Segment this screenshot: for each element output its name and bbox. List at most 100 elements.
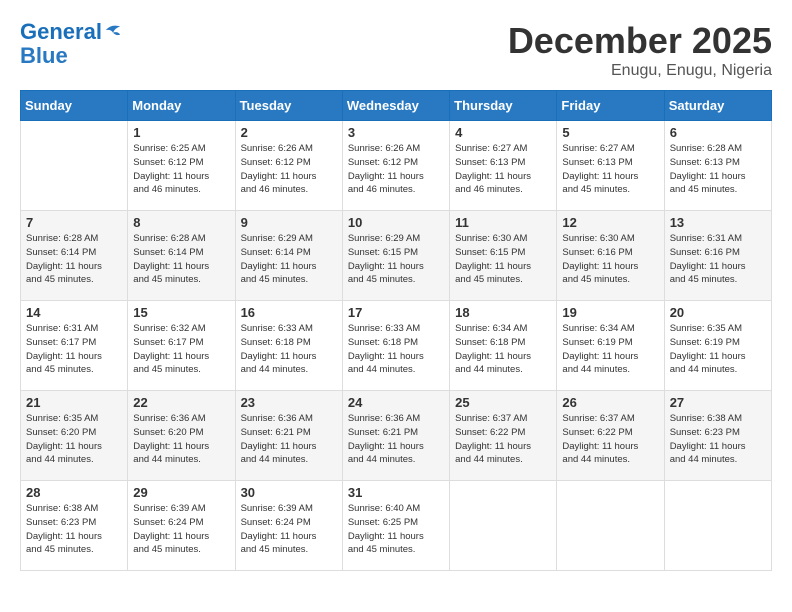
day-cell: 19 Sunrise: 6:34 AM Sunset: 6:19 PM Dayli… [557,301,664,391]
day-info: Sunrise: 6:34 AM Sunset: 6:18 PM Dayligh… [455,322,551,377]
day-info: Sunrise: 6:27 AM Sunset: 6:13 PM Dayligh… [562,142,658,197]
day-number: 17 [348,305,444,320]
col-header-tuesday: Tuesday [235,91,342,121]
day-info: Sunrise: 6:30 AM Sunset: 6:15 PM Dayligh… [455,232,551,287]
day-info: Sunrise: 6:36 AM Sunset: 6:20 PM Dayligh… [133,412,229,467]
day-number: 30 [241,485,337,500]
day-info: Sunrise: 6:37 AM Sunset: 6:22 PM Dayligh… [562,412,658,467]
day-info: Sunrise: 6:38 AM Sunset: 6:23 PM Dayligh… [26,502,122,557]
day-number: 24 [348,395,444,410]
day-info: Sunrise: 6:36 AM Sunset: 6:21 PM Dayligh… [241,412,337,467]
day-cell: 20 Sunrise: 6:35 AM Sunset: 6:19 PM Dayli… [664,301,771,391]
day-number: 10 [348,215,444,230]
day-cell: 22 Sunrise: 6:36 AM Sunset: 6:20 PM Dayli… [128,391,235,481]
day-cell: 25Sunrise: 6:37 AM Sunset: 6:22 PM Dayli… [450,391,557,481]
week-row-1: 1 Sunrise: 6:25 AM Sunset: 6:12 PM Daylig… [21,121,772,211]
week-row-2: 7Sunrise: 6:28 AM Sunset: 6:14 PM Daylig… [21,211,772,301]
col-header-monday: Monday [128,91,235,121]
day-info: Sunrise: 6:39 AM Sunset: 6:24 PM Dayligh… [241,502,337,557]
column-headers: SundayMondayTuesdayWednesdayThursdayFrid… [21,91,772,121]
day-number: 28 [26,485,122,500]
day-info: Sunrise: 6:33 AM Sunset: 6:18 PM Dayligh… [348,322,444,377]
day-cell: 2Sunrise: 6:26 AM Sunset: 6:12 PM Daylig… [235,121,342,211]
day-number: 20 [670,305,766,320]
day-cell: 27Sunrise: 6:38 AM Sunset: 6:23 PM Dayli… [664,391,771,481]
day-cell: 10 Sunrise: 6:29 AM Sunset: 6:15 PM Dayli… [342,211,449,301]
day-number: 3 [348,125,444,140]
day-info: Sunrise: 6:25 AM Sunset: 6:12 PM Dayligh… [133,142,229,197]
day-info: Sunrise: 6:30 AM Sunset: 6:16 PM Dayligh… [562,232,658,287]
day-number: 1 [133,125,229,140]
day-info: Sunrise: 6:28 AM Sunset: 6:13 PM Dayligh… [670,142,766,197]
day-number: 12 [562,215,658,230]
day-number: 22 [133,395,229,410]
day-number: 31 [348,485,444,500]
day-info: Sunrise: 6:34 AM Sunset: 6:19 PM Dayligh… [562,322,658,377]
day-cell: 30 Sunrise: 6:39 AM Sunset: 6:24 PM Dayli… [235,481,342,571]
day-cell: 14 Sunrise: 6:31 AM Sunset: 6:17 PM Dayli… [21,301,128,391]
day-info: Sunrise: 6:29 AM Sunset: 6:14 PM Dayligh… [241,232,337,287]
logo-bird-icon [104,21,122,39]
location: Enugu, Enugu, Nigeria [508,62,772,80]
day-cell: 12 Sunrise: 6:30 AM Sunset: 6:16 PM Dayli… [557,211,664,301]
month-title: December 2025 [508,20,772,62]
day-cell: 18Sunrise: 6:34 AM Sunset: 6:18 PM Dayli… [450,301,557,391]
day-number: 21 [26,395,122,410]
day-number: 23 [241,395,337,410]
calendar-table: SundayMondayTuesdayWednesdayThursdayFrid… [20,90,772,571]
day-info: Sunrise: 6:31 AM Sunset: 6:17 PM Dayligh… [26,322,122,377]
day-number: 8 [133,215,229,230]
day-cell: 9 Sunrise: 6:29 AM Sunset: 6:14 PM Daylig… [235,211,342,301]
day-number: 13 [670,215,766,230]
day-cell: 15Sunrise: 6:32 AM Sunset: 6:17 PM Dayli… [128,301,235,391]
col-header-saturday: Saturday [664,91,771,121]
day-number: 16 [241,305,337,320]
page-header: General Blue December 2025 Enugu, Enugu,… [20,20,772,80]
week-row-3: 14 Sunrise: 6:31 AM Sunset: 6:17 PM Dayli… [21,301,772,391]
day-number: 9 [241,215,337,230]
day-cell: 29Sunrise: 6:39 AM Sunset: 6:24 PM Dayli… [128,481,235,571]
day-cell: 17 Sunrise: 6:33 AM Sunset: 6:18 PM Dayli… [342,301,449,391]
day-cell: 21Sunrise: 6:35 AM Sunset: 6:20 PM Dayli… [21,391,128,481]
day-info: Sunrise: 6:26 AM Sunset: 6:12 PM Dayligh… [348,142,444,197]
day-info: Sunrise: 6:31 AM Sunset: 6:16 PM Dayligh… [670,232,766,287]
col-header-thursday: Thursday [450,91,557,121]
week-row-4: 21Sunrise: 6:35 AM Sunset: 6:20 PM Dayli… [21,391,772,481]
day-cell [557,481,664,571]
day-number: 29 [133,485,229,500]
day-cell [21,121,128,211]
day-info: Sunrise: 6:35 AM Sunset: 6:19 PM Dayligh… [670,322,766,377]
day-number: 27 [670,395,766,410]
day-number: 14 [26,305,122,320]
day-number: 6 [670,125,766,140]
day-cell: 3 Sunrise: 6:26 AM Sunset: 6:12 PM Daylig… [342,121,449,211]
week-row-5: 28 Sunrise: 6:38 AM Sunset: 6:23 PM Dayli… [21,481,772,571]
day-cell: 24 Sunrise: 6:36 AM Sunset: 6:21 PM Dayli… [342,391,449,481]
day-info: Sunrise: 6:33 AM Sunset: 6:18 PM Dayligh… [241,322,337,377]
col-header-friday: Friday [557,91,664,121]
day-cell: 1 Sunrise: 6:25 AM Sunset: 6:12 PM Daylig… [128,121,235,211]
day-info: Sunrise: 6:26 AM Sunset: 6:12 PM Dayligh… [241,142,337,197]
day-cell: 8Sunrise: 6:28 AM Sunset: 6:14 PM Daylig… [128,211,235,301]
day-cell: 28 Sunrise: 6:38 AM Sunset: 6:23 PM Dayli… [21,481,128,571]
title-area: December 2025 Enugu, Enugu, Nigeria [508,20,772,80]
col-header-wednesday: Wednesday [342,91,449,121]
day-cell: 11 Sunrise: 6:30 AM Sunset: 6:15 PM Dayli… [450,211,557,301]
day-number: 7 [26,215,122,230]
day-info: Sunrise: 6:27 AM Sunset: 6:13 PM Dayligh… [455,142,551,197]
day-number: 11 [455,215,551,230]
day-number: 26 [562,395,658,410]
day-number: 19 [562,305,658,320]
day-info: Sunrise: 6:36 AM Sunset: 6:21 PM Dayligh… [348,412,444,467]
day-cell: 26 Sunrise: 6:37 AM Sunset: 6:22 PM Dayli… [557,391,664,481]
day-info: Sunrise: 6:32 AM Sunset: 6:17 PM Dayligh… [133,322,229,377]
day-number: 25 [455,395,551,410]
day-cell: 31Sunrise: 6:40 AM Sunset: 6:25 PM Dayli… [342,481,449,571]
logo-general: General [20,19,102,44]
logo: General Blue [20,20,122,68]
day-cell [450,481,557,571]
logo-blue: Blue [20,43,68,68]
day-cell: 7Sunrise: 6:28 AM Sunset: 6:14 PM Daylig… [21,211,128,301]
day-info: Sunrise: 6:29 AM Sunset: 6:15 PM Dayligh… [348,232,444,287]
day-cell: 13 Sunrise: 6:31 AM Sunset: 6:16 PM Dayli… [664,211,771,301]
